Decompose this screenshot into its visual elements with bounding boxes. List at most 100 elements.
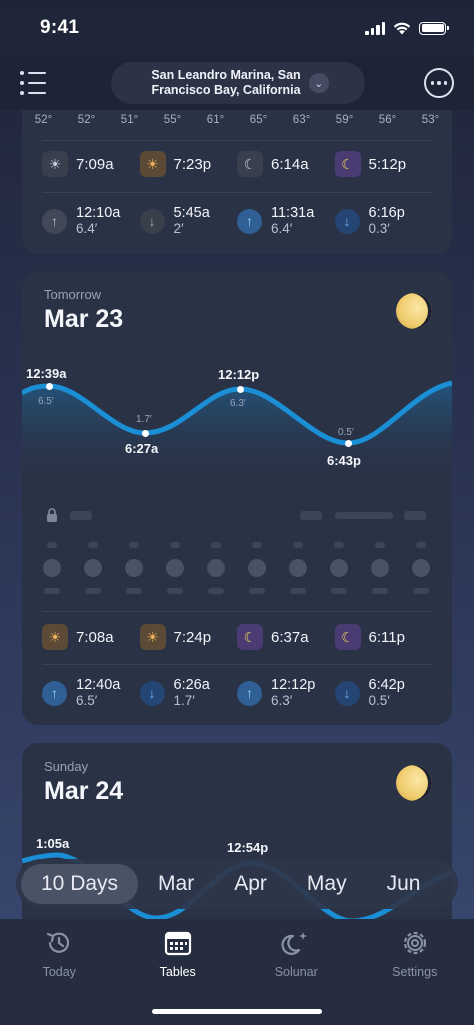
- day-card-tomorrow[interactable]: Tomorrow Mar 23 12:39a 6.5′ 1.7′ 6:27a 1…: [22, 271, 452, 725]
- temperature: 65°: [249, 114, 268, 126]
- temperature: 55°: [163, 114, 182, 126]
- day-label: Tomorrow: [44, 287, 102, 302]
- placeholder-bar: [300, 511, 322, 520]
- tide-height: 6.4′: [76, 221, 98, 236]
- tide-event: ↑ 12:10a 6.4′: [42, 205, 140, 237]
- sunrise-time: 7:09a: [76, 155, 114, 173]
- placeholder-circle: [412, 559, 430, 577]
- tide-peak-time: 12:54p: [227, 840, 269, 855]
- tide-point: [345, 440, 352, 447]
- tide-height: 0.3′: [368, 221, 390, 236]
- sunrise-time: 7:08a: [76, 628, 114, 646]
- temperature: 53°: [421, 114, 440, 126]
- period-mar[interactable]: Mar: [138, 864, 214, 904]
- sunset-time: 7:23p: [173, 155, 212, 173]
- sunrise-icon: ☀: [42, 151, 68, 177]
- status-icons: [365, 21, 449, 35]
- temperature: 52°: [34, 114, 53, 126]
- status-time: 9:41: [40, 17, 80, 38]
- placeholder-circle: [371, 559, 389, 577]
- placeholder-bar: [334, 542, 344, 548]
- placeholder-circle: [207, 559, 225, 577]
- tide-peak-time: 12:12p: [218, 367, 260, 382]
- sunset-icon: ☀: [139, 624, 166, 650]
- placeholder-bar: [170, 542, 180, 548]
- placeholder-bar: [44, 588, 60, 594]
- placeholder-bar: [335, 512, 393, 519]
- tide-height: 2′: [173, 221, 184, 236]
- period-may[interactable]: May: [287, 864, 367, 904]
- lock-icon: [47, 508, 57, 522]
- tide-time: 6:26a: [173, 677, 210, 693]
- tide-height: 6.5′: [76, 693, 98, 708]
- tide-time: 12:12p: [271, 677, 316, 693]
- temperature: 52°: [77, 114, 96, 126]
- sunset-item: ☀ 7:24p: [139, 624, 238, 650]
- day-card-previous: 52° 52° 51° 55° 61° 65° 63° 59° 56° 53° …: [22, 90, 452, 254]
- placeholder-bar: [290, 588, 306, 594]
- tide-time: 11:31a: [271, 205, 315, 221]
- tide-low-height: 1.7′: [136, 414, 152, 425]
- tide-time: 6:16p: [368, 205, 405, 221]
- day-card-sunday[interactable]: Sunday Mar 24 1:05a 12:54p: [22, 743, 452, 943]
- wifi-icon: [393, 22, 411, 34]
- divider: [42, 664, 432, 665]
- sun-moon-row: ☀ 7:09a ☀ 7:23p ☾ 6:14a ☾ 5:12p: [22, 151, 452, 177]
- period-selector: 10 Days Mar Apr May Jun: [16, 859, 458, 909]
- placeholder-circle: [248, 559, 266, 577]
- day-label: Sunday: [44, 759, 89, 774]
- location-selector[interactable]: San Leandro Marina, San Francisco Bay, C…: [111, 62, 365, 104]
- tide-event: ↑ 12:40a 6.5′: [42, 677, 140, 709]
- tide-events-row: ↑ 12:10a 6.4′ ↓ 5:45a 2′ ↑ 11:31a 6.4′ ↓ 6:…: [22, 205, 452, 237]
- solunar-moon-icon: [280, 927, 312, 959]
- sunset-item: ☀ 7:23p: [139, 151, 238, 177]
- tide-time: 5:45a: [173, 205, 210, 221]
- moonset-time: 6:37a: [271, 628, 309, 646]
- placeholder-bar: [88, 542, 98, 548]
- tide-events-row: ↑ 12:40a 6.5′ ↓ 6:26a 1.7′ ↑ 12:12p 6.3′ ↓ …: [22, 677, 452, 709]
- tab-today[interactable]: Today: [4, 927, 114, 1025]
- placeholder-bar: [293, 542, 303, 548]
- divider: [42, 611, 432, 612]
- moonrise-icon: ☾: [334, 624, 361, 650]
- placeholder-bar: [47, 542, 57, 548]
- calendar-icon: [162, 927, 194, 959]
- period-10-days[interactable]: 10 Days: [21, 864, 139, 904]
- gear-icon: [399, 927, 431, 959]
- tide-point: [142, 430, 149, 437]
- tide-peak-height: 6.5′: [38, 396, 54, 407]
- sunset-time: 7:24p: [173, 628, 212, 646]
- tide-time: 12:10a: [76, 205, 121, 221]
- period-apr[interactable]: Apr: [214, 864, 287, 904]
- arrow-down-icon: ↓: [334, 680, 360, 706]
- tide-height: 0.5′: [368, 693, 390, 708]
- tide-peak-time: 12:39a: [26, 366, 67, 381]
- moonset-icon: ☾: [237, 624, 263, 650]
- arrow-up-icon: ↑: [42, 680, 67, 706]
- arrow-down-icon: ↓: [334, 208, 360, 234]
- tide-event: ↓ 5:45a 2′: [139, 205, 238, 237]
- tide-height: 1.7′: [173, 693, 195, 708]
- placeholder-bar: [372, 588, 388, 594]
- home-indicator[interactable]: [152, 1009, 322, 1014]
- tide-low-time: 6:43p: [327, 453, 361, 468]
- moonrise-item: ☾ 5:12p: [334, 151, 433, 177]
- placeholder-bar: [375, 542, 385, 548]
- tide-height: 6.3′: [271, 693, 293, 708]
- placeholder-bar: [167, 588, 183, 594]
- tide-point: [46, 383, 53, 390]
- ellipsis-icon[interactable]: [424, 68, 454, 98]
- divider: [42, 192, 432, 193]
- tab-settings[interactable]: Settings: [360, 927, 470, 1025]
- arrow-up-icon: ↑: [237, 208, 262, 234]
- placeholder-bar: [85, 588, 101, 594]
- period-jun[interactable]: Jun: [367, 864, 441, 904]
- tab-label: Today: [42, 965, 76, 979]
- list-icon[interactable]: [20, 67, 52, 99]
- placeholder-bar: [208, 588, 224, 594]
- arrow-down-icon: ↓: [139, 680, 165, 706]
- placeholder-bar: [129, 542, 139, 548]
- arrow-down-icon: ↓: [139, 208, 165, 234]
- nav-header: San Leandro Marina, San Francisco Bay, C…: [0, 56, 474, 110]
- tab-label: Settings: [392, 965, 438, 979]
